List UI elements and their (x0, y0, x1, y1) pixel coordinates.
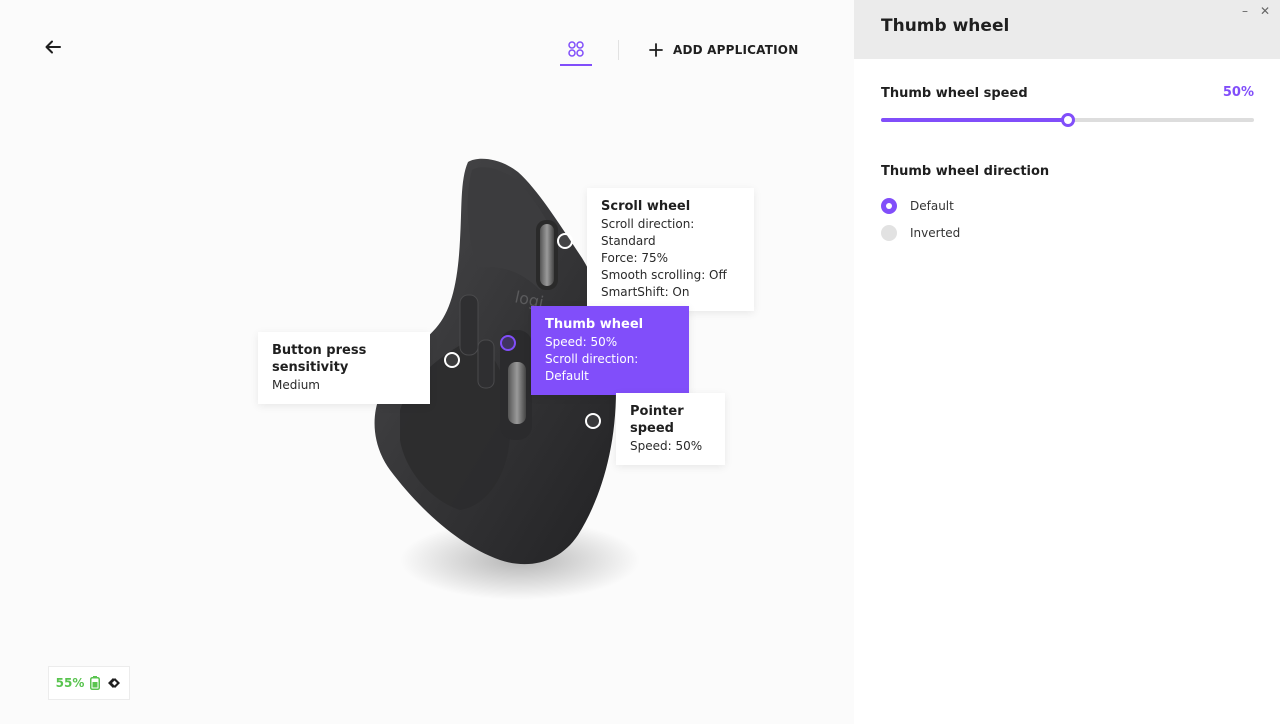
scroll-wheel-callout-title: Scroll wheel (601, 199, 691, 214)
thumb-wheel-direction: Scroll direction: Default (545, 352, 639, 383)
all-applications-tab[interactable] (560, 34, 592, 66)
four-circles-icon (568, 41, 584, 57)
pointer-speed-hotspot[interactable] (585, 413, 601, 429)
direction-option-label: Inverted (910, 226, 961, 240)
battery-icon (90, 676, 101, 690)
add-application-label: ADD APPLICATION (673, 43, 799, 57)
button-press-callout[interactable]: Button press sensitivity Medium (258, 332, 430, 404)
button-press-value: Medium (272, 378, 320, 392)
device-view: ADD APPLICATION logi Scroll wheel Scroll… (0, 0, 854, 724)
slider-thumb[interactable] (1060, 113, 1075, 127)
scroll-wheel-hotspot[interactable] (557, 233, 573, 249)
plus-icon (649, 43, 663, 57)
minimize-button[interactable]: – (1238, 4, 1252, 18)
back-arrow-icon[interactable] (42, 36, 64, 58)
thumb-wheel-speed-label: Thumb wheel speed (881, 86, 1028, 101)
battery-status[interactable]: 55% (48, 666, 130, 700)
pointer-speed-callout-title: Pointer speed (630, 404, 684, 436)
add-application-button[interactable]: ADD APPLICATION (649, 43, 798, 57)
thumb-wheel-callout[interactable]: Thumb wheel Speed: 50% Scroll direction:… (531, 306, 689, 395)
nav-divider (618, 40, 619, 60)
thumb-wheel-direction-label: Thumb wheel direction (881, 164, 1050, 179)
close-button[interactable]: ✕ (1258, 4, 1272, 18)
scroll-wheel-callout[interactable]: Scroll wheel Scroll direction: Standard … (587, 188, 754, 311)
thumb-wheel-speed-slider[interactable] (881, 113, 1254, 127)
direction-option-inverted[interactable]: Inverted (881, 225, 960, 241)
thumb-wheel-hotspot[interactable] (500, 335, 516, 351)
direction-option-label: Default (910, 199, 954, 213)
thumb-wheel-speed: Speed: 50% (545, 335, 618, 349)
button-press-callout-title: Button press sensitivity (272, 343, 367, 375)
thumb-wheel-callout-title: Thumb wheel (545, 317, 644, 332)
scroll-wheel-direction: Scroll direction: Standard (601, 217, 695, 248)
scroll-wheel-smartshift: SmartShift: On (601, 285, 690, 299)
pointer-speed-callout[interactable]: Pointer speed Speed: 50% (616, 393, 725, 465)
scroll-wheel-force: Force: 75% (601, 251, 668, 265)
slider-fill (881, 118, 1068, 122)
top-navigation: ADD APPLICATION (560, 34, 798, 66)
scroll-wheel-smooth: Smooth scrolling: Off (601, 268, 727, 282)
battery-percent: 55% (55, 676, 85, 690)
settings-panel: Thumb wheel – ✕ Thumb wheel speed 50% Th… (854, 0, 1280, 724)
radio-button[interactable] (881, 225, 897, 241)
direction-option-default[interactable]: Default (881, 198, 954, 214)
panel-header: Thumb wheel – ✕ (854, 0, 1280, 59)
panel-title: Thumb wheel (881, 16, 1010, 36)
button-press-hotspot[interactable] (444, 352, 460, 368)
logi-bolt-icon (108, 678, 121, 688)
radio-button[interactable] (881, 198, 897, 214)
thumb-wheel-speed-value: 50% (1222, 85, 1254, 100)
pointer-speed-value: Speed: 50% (630, 439, 703, 453)
